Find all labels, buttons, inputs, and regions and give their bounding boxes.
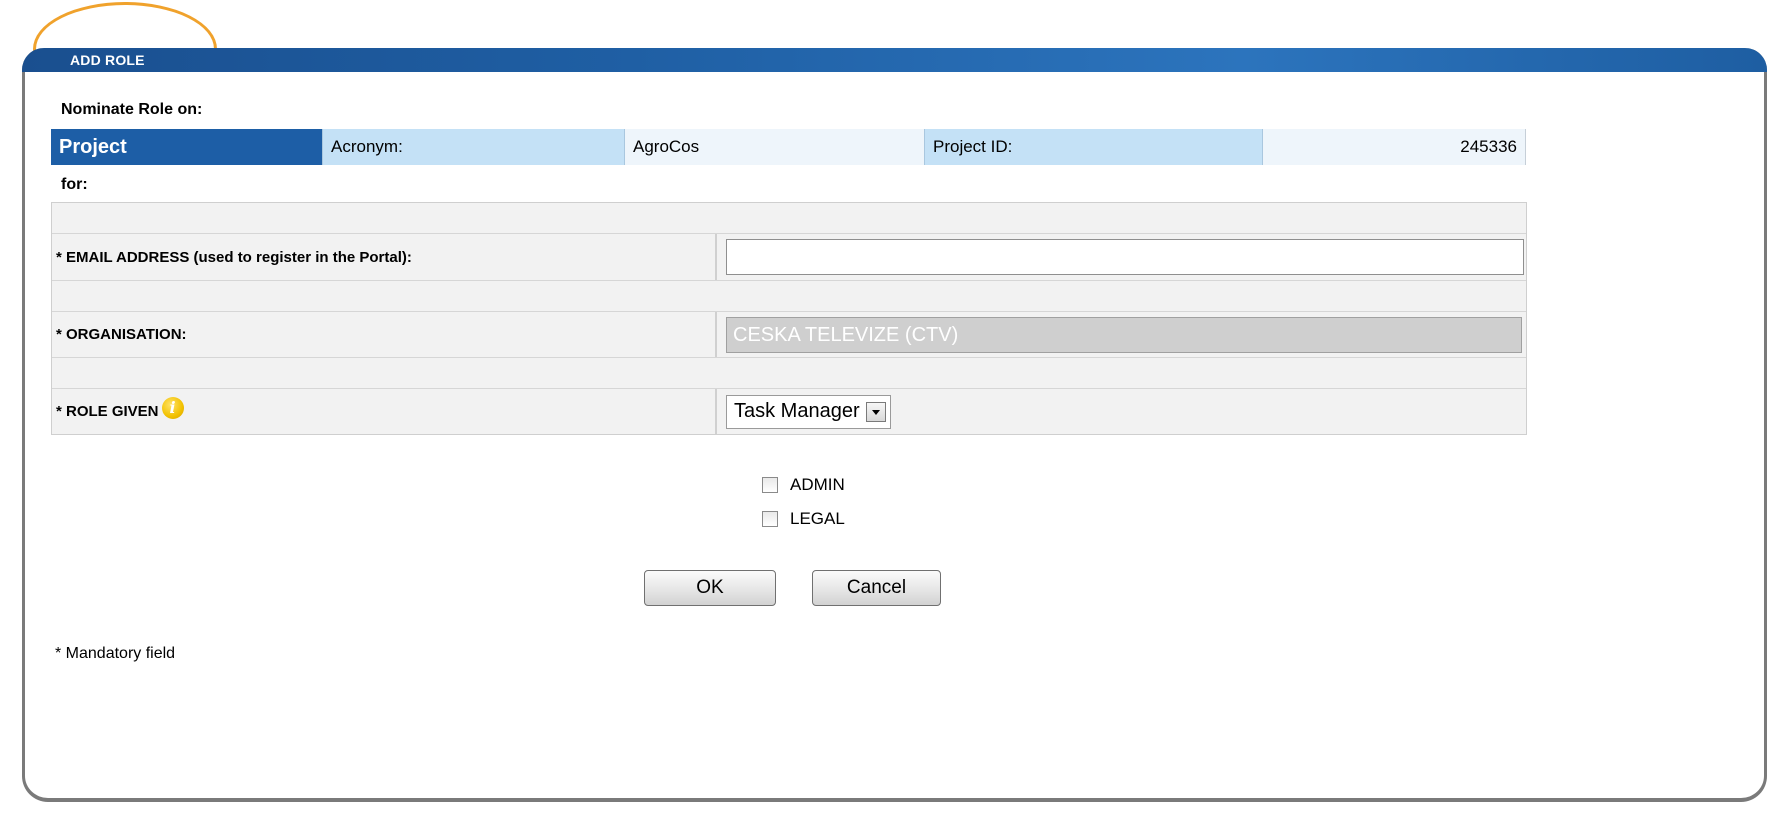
option-legal: LEGAL: [762, 502, 845, 536]
email-row: * EMAIL ADDRESS (used to register in the…: [52, 234, 1526, 281]
project-id-value: 245336: [1263, 129, 1526, 165]
role-label-cell: * ROLE GIVEN i: [52, 389, 717, 434]
legal-label: LEGAL: [790, 509, 845, 528]
role-value-cell: Task Manager: [717, 389, 1526, 434]
role-select[interactable]: Task Manager: [726, 394, 891, 429]
project-type-cell: Project: [51, 129, 323, 165]
role-form-table: * EMAIL ADDRESS (used to register in the…: [51, 202, 1527, 435]
form-spacer-row: [52, 203, 1526, 234]
chevron-down-icon[interactable]: [865, 401, 886, 422]
organisation-label: * ORGANISATION:: [52, 312, 717, 357]
organisation-value-cell: CESKA TELEVIZE (CTV): [717, 312, 1526, 357]
admin-checkbox[interactable]: [762, 477, 778, 493]
email-input[interactable]: [726, 239, 1524, 275]
info-icon[interactable]: i: [161, 396, 184, 419]
email-value-cell: [717, 234, 1526, 280]
acronym-label: Acronym:: [323, 129, 625, 165]
email-label: * EMAIL ADDRESS (used to register in the…: [52, 234, 717, 280]
nominate-role-label: Nominate Role on:: [61, 101, 203, 118]
add-role-dialog: ADD ROLE Nominate Role on: Project Acron…: [22, 48, 1767, 802]
mandatory-field-note: * Mandatory field: [55, 645, 176, 662]
acronym-value: AgroCos: [625, 129, 925, 165]
legal-checkbox[interactable]: [762, 511, 778, 527]
role-select-value: Task Manager: [734, 400, 860, 422]
admin-label: ADMIN: [790, 475, 845, 494]
ok-button[interactable]: OK: [644, 570, 776, 606]
project-info-row: Project Acronym: AgroCos Project ID: 245…: [51, 129, 1526, 165]
organisation-field: CESKA TELEVIZE (CTV): [726, 316, 1522, 353]
dialog-header: ADD ROLE: [22, 48, 1767, 72]
role-options-group: ADMIN LEGAL: [762, 468, 845, 536]
project-id-label: Project ID:: [925, 129, 1263, 165]
cancel-button[interactable]: Cancel: [812, 570, 941, 606]
role-label: * ROLE GIVEN: [56, 403, 159, 420]
dialog-title: ADD ROLE: [70, 52, 145, 68]
form-spacer-row: [52, 358, 1526, 389]
form-spacer-row: [52, 281, 1526, 312]
organisation-row: * ORGANISATION: CESKA TELEVIZE (CTV): [52, 312, 1526, 358]
for-label: for:: [61, 176, 88, 193]
role-row: * ROLE GIVEN i Task Manager: [52, 389, 1526, 434]
option-admin: ADMIN: [762, 468, 845, 502]
